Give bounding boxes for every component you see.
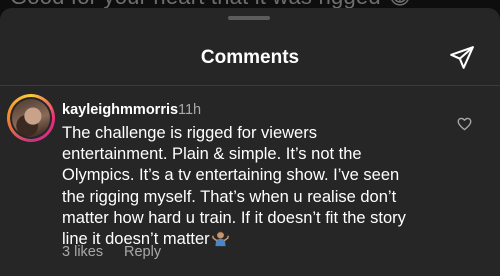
comment-line-last: line it doesn’t matter [62,229,442,250]
comment-line: Olympics. It’s a tv entertaining show. I… [62,166,400,185]
heart-outline-icon[interactable] [457,117,472,131]
header-divider [0,85,500,86]
comment-line: matter how hard u train. If it doesn’t f… [62,208,406,227]
comment-line: entertainment. Plain & simple. It’s not … [62,145,362,164]
comment-username[interactable]: kayleighmmorris [62,102,178,118]
drag-handle[interactable] [228,16,270,20]
reply-button[interactable]: Reply [124,244,161,260]
man-shrugging-emoji [211,231,229,247]
avatar[interactable] [7,94,55,142]
comment-line: the rigging myself. That’s when u realis… [62,187,397,206]
send-icon[interactable] [449,44,475,70]
avatar-ring-gap [10,97,52,139]
comments-title: Comments [200,47,300,68]
profile-photo [12,99,50,137]
comment-timestamp: 11h [178,102,202,118]
comment-text: The challenge is rigged for viewers ente… [62,123,442,250]
comment-line: The challenge is rigged for viewers [62,124,317,142]
comments-sheet: Comments kayleighmmorris 11h The challen… [0,8,500,276]
likes-count[interactable]: 3 likes [62,244,103,260]
